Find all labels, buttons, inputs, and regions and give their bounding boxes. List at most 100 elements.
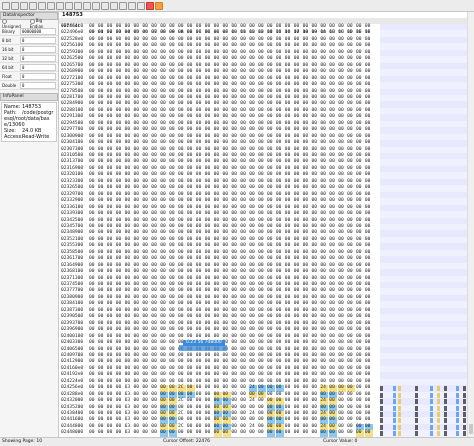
ascii-glyph: [380, 386, 383, 392]
hex-byte[interactable]: 00: [249, 430, 257, 437]
hex-byte[interactable]: 00: [364, 430, 373, 437]
inspector-label: 32 bit: [2, 55, 14, 61]
ascii-glyph: [456, 412, 459, 417]
hex-byte[interactable]: 00: [169, 430, 178, 437]
ascii-glyph: [437, 418, 440, 424]
undo-icon[interactable]: [47, 1, 55, 10]
inspector-label: 64 bit: [2, 64, 14, 70]
hex-byte[interactable]: 00: [196, 430, 204, 437]
hex-byte[interactable]: 00: [213, 430, 222, 437]
ascii-glyph: [393, 386, 396, 392]
paste-icon[interactable]: [83, 1, 91, 10]
copy-icon[interactable]: [74, 1, 82, 10]
hex-byte[interactable]: 00: [356, 430, 364, 437]
ascii-glyph: [398, 418, 401, 424]
ascii-glyph: [415, 412, 418, 417]
goto-icon[interactable]: [110, 1, 118, 10]
hex-byte[interactable]: 00: [320, 430, 329, 437]
ascii-glyph: [437, 405, 440, 411]
hex-byte[interactable]: 00: [294, 430, 302, 437]
hex-byte[interactable]: 00: [205, 430, 213, 437]
ascii-glyph: [393, 405, 396, 411]
bookmark-icon[interactable]: [119, 1, 127, 10]
ascii-glyph: [430, 424, 433, 430]
hex-row[interactable]: 02448000 00 00 00 00 63 00 00 00 00 00 00 00 00 00 00 00…: [59, 430, 474, 437]
settings-icon[interactable]: [137, 1, 145, 10]
hex-editor[interactable]: 148753 +0ffset 00 01 02 03 04 05 06 07 08 09 0A 0B 0…: [59, 12, 474, 437]
ascii-glyph: [430, 431, 433, 437]
ascii-glyph: [444, 424, 447, 430]
new-file-icon[interactable]: [2, 1, 10, 10]
ascii-glyph: [463, 399, 466, 405]
inspector-value[interactable]: 0: [20, 36, 56, 44]
ascii-glyph: [398, 424, 401, 430]
save-icon[interactable]: [20, 1, 28, 10]
ascii-glyph: [456, 392, 459, 398]
hex-byte[interactable]: 00: [178, 430, 186, 437]
ascii-glyph: [415, 431, 418, 437]
open-file-icon[interactable]: [11, 1, 19, 10]
ascii-glyph: [415, 392, 418, 398]
hex-byte[interactable]: 00: [329, 430, 338, 437]
cut-icon[interactable]: [65, 1, 73, 10]
save-as-icon[interactable]: [29, 1, 37, 10]
ascii-glyph: [380, 392, 383, 398]
hex-byte[interactable]: 00: [89, 430, 97, 437]
info-panel: Name: 148753 Path:/code/postgresql/root/d…: [1, 102, 57, 142]
hex-byte[interactable]: 00: [98, 430, 106, 437]
inspector-value[interactable]: 0: [20, 72, 56, 80]
hex-byte[interactable]: 00: [231, 430, 239, 437]
ascii-glyph: [463, 431, 466, 437]
hex-byte[interactable]: 00: [151, 430, 159, 437]
close-icon[interactable]: [38, 1, 46, 10]
hex-byte[interactable]: 00: [312, 430, 320, 437]
ascii-glyph: [380, 405, 383, 411]
hex-byte[interactable]: 00: [338, 430, 346, 437]
inspector-value[interactable]: 0: [20, 81, 56, 89]
ascii-glyph: [430, 392, 433, 398]
run-icon[interactable]: [155, 1, 163, 10]
replace-icon[interactable]: [101, 1, 109, 10]
inspector-label: Float: [2, 73, 12, 79]
ascii-glyph: [398, 405, 401, 411]
inspector-value[interactable]: 0: [20, 45, 56, 53]
vertical-scrollbar[interactable]: [467, 12, 474, 437]
search-icon[interactable]: [92, 1, 100, 10]
ascii-glyph: [415, 399, 418, 405]
hex-byte[interactable]: 00: [258, 430, 266, 437]
binary-field[interactable]: 00000000: [20, 27, 56, 35]
ascii-glyph: [393, 412, 396, 417]
hex-byte[interactable]: 00: [142, 430, 150, 437]
ascii-glyph: [456, 386, 459, 392]
hex-byte[interactable]: 00: [285, 430, 293, 437]
ascii-glyph: [437, 399, 440, 405]
toolbar: [0, 0, 474, 12]
hex-byte[interactable]: 00: [303, 430, 311, 437]
ascii-glyph: [393, 431, 396, 437]
hex-byte[interactable]: 00: [240, 430, 248, 437]
ascii-glyph: [430, 405, 433, 411]
ascii-cell[interactable]: [380, 430, 474, 437]
stop-icon[interactable]: [146, 1, 154, 10]
info-panel-title: InfoPanel: [0, 93, 58, 101]
hex-byte[interactable]: 00: [116, 430, 124, 437]
hex-byte[interactable]: 00: [222, 430, 231, 437]
hex-byte[interactable]: 00: [107, 430, 115, 437]
inspector-value[interactable]: 0: [20, 54, 56, 62]
hex-byte[interactable]: 00: [267, 430, 275, 437]
inspector-row: 32 bit 0: [0, 54, 58, 63]
hex-byte[interactable]: 00: [134, 430, 142, 437]
hex-rows[interactable]: 022464c0 00 00 00 00 00 00 00 00 00 00 00 00 00 00 00 00…: [59, 24, 474, 437]
hex-byte[interactable]: 00: [275, 430, 284, 437]
inspector-label: 16 bit: [2, 46, 14, 52]
hex-byte[interactable]: 63: [125, 430, 133, 437]
redo-icon[interactable]: [56, 1, 64, 10]
hex-byte[interactable]: 00: [347, 430, 355, 437]
scrollbar-thumb[interactable]: [469, 424, 473, 434]
refresh-icon[interactable]: [128, 1, 136, 10]
inspector-value[interactable]: 0: [20, 63, 56, 71]
hex-byte[interactable]: 00: [187, 430, 195, 437]
inspector-row: 16 bit 0: [0, 45, 58, 54]
inspector-row: 8 bit 0: [0, 36, 58, 45]
hex-byte[interactable]: 00: [160, 430, 169, 437]
